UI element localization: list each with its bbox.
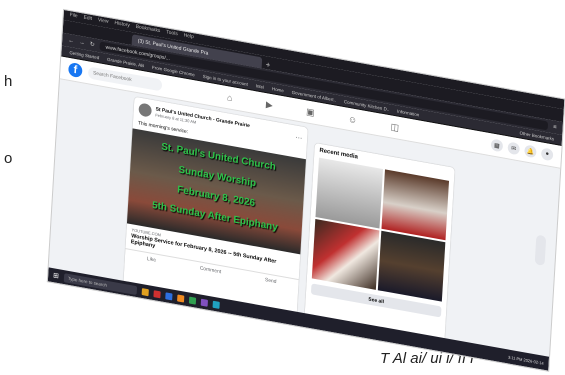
taskbar-app-icon[interactable] [153,289,161,298]
menu-icon[interactable]: ≡ [553,124,557,131]
home-icon[interactable]: ⌂ [227,92,233,104]
taskbar-clock[interactable]: 3:11 PM 2026-02-14 [508,354,544,365]
marketplace-icon[interactable]: ▣ [306,106,315,118]
scrollbar[interactable] [534,234,547,266]
media-thumbnail[interactable] [381,169,450,241]
menu-view[interactable]: View [98,17,109,27]
media-thumbnail[interactable] [311,219,380,290]
photo-of-laptop-screen: File Edit View History Bookmarks Tools H… [18,6,565,371]
video-icon[interactable]: ▶ [266,99,273,111]
taskbar-app-icon[interactable] [200,298,208,307]
taskbar-app-icon[interactable] [141,287,149,296]
apps-menu-icon[interactable]: ▦ [490,138,504,153]
notifications-icon[interactable]: 🔔 [524,144,537,159]
new-tab-button[interactable]: + [266,60,271,70]
taskbar-app-icon[interactable] [165,291,173,300]
back-icon[interactable]: ← [68,37,74,44]
bookmark-item[interactable]: Intel [256,83,265,89]
send-button[interactable]: Send [265,277,277,285]
screen: File Edit View History Bookmarks Tools H… [47,10,565,371]
doc-text-fragment: o [4,150,13,167]
reload-icon[interactable]: ↻ [90,41,95,49]
like-button[interactable]: Like [147,256,156,264]
header-right-icons: ▦ ✉ 🔔 ● [490,138,554,162]
taskbar-app-icon[interactable] [212,300,220,309]
media-grid [307,157,454,303]
gaming-icon[interactable]: ◫ [390,121,399,133]
menu-edit[interactable]: Edit [83,15,92,24]
comment-button[interactable]: Comment [200,265,222,275]
media-thumbnail[interactable] [315,157,384,229]
bookmark-item[interactable]: Home [272,86,284,93]
taskbar-app-icon[interactable] [188,296,197,305]
avatar[interactable]: ● [540,147,554,162]
messenger-icon[interactable]: ✉ [507,141,520,156]
doc-text-fragment: h [4,73,13,90]
windows-start-icon[interactable]: ⊞ [53,271,59,280]
forward-icon[interactable]: → [79,39,85,46]
page-avatar[interactable] [138,102,152,118]
groups-icon[interactable]: ☺ [348,113,358,126]
more-options-icon[interactable]: ⋯ [295,133,302,142]
menu-help[interactable]: Help [183,32,193,42]
menu-file[interactable]: File [69,12,77,21]
media-thumbnail[interactable] [377,230,446,302]
taskbar-app-icon[interactable] [176,293,185,303]
bookmark-item[interactable]: Information [397,108,419,117]
facebook-logo[interactable]: f [68,61,83,79]
